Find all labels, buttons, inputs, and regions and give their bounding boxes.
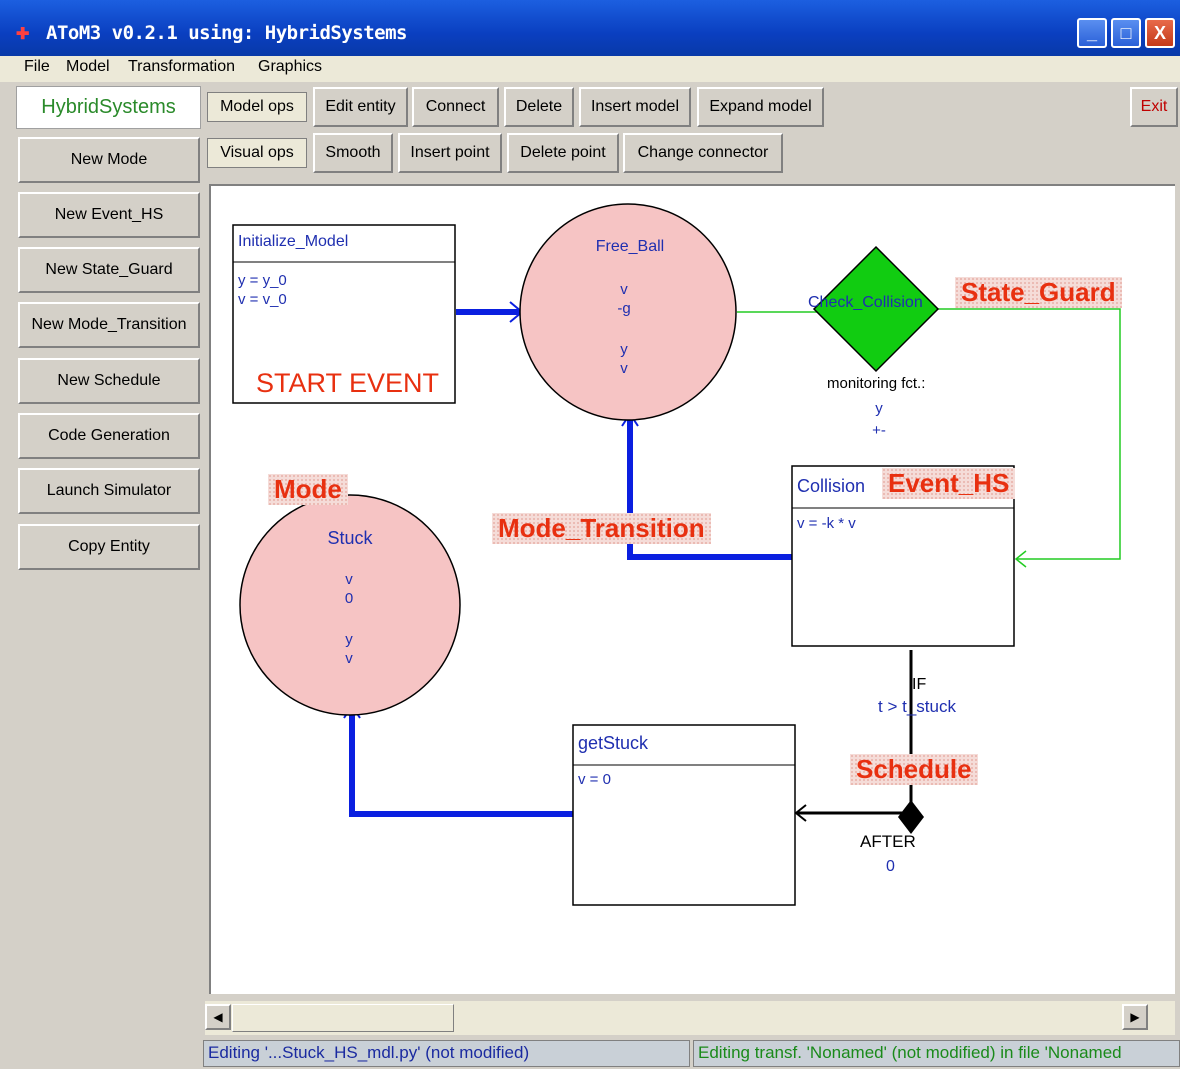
monitoring-line-2: +-: [872, 422, 886, 439]
stuck-name: Stuck: [327, 528, 373, 548]
free-ball-line-1: v: [620, 281, 628, 298]
schedule-type-label: Schedule: [850, 754, 978, 785]
getstuck-line-1: v = 0: [578, 771, 611, 788]
free-ball-line-5: v: [620, 360, 628, 377]
schedule-diamond-icon[interactable]: [898, 800, 924, 834]
free-ball-name: Free_Ball: [595, 238, 665, 255]
scroll-right-icon: ▶: [1130, 1010, 1140, 1024]
collision-name: Collision: [797, 476, 866, 496]
getstuck-name: getStuck: [578, 733, 649, 753]
scroll-thumb[interactable]: [232, 1004, 454, 1032]
check-collision-name: Check_Collision: [808, 294, 923, 311]
initialize-line-2: v = v_0: [238, 291, 287, 308]
schedule-if-label: IF: [912, 676, 927, 693]
mode-type-label: Mode: [268, 474, 348, 505]
mode-transition-type-label: Mode_Transition: [492, 513, 711, 544]
scroll-right-button[interactable]: ▶: [1122, 1004, 1148, 1030]
start-event-label: START EVENT: [256, 368, 440, 398]
scroll-left-icon: ◀: [213, 1010, 223, 1024]
connector-getstuck-to-stuck[interactable]: [349, 712, 573, 817]
after-value: 0: [886, 858, 895, 875]
status-transformation: Editing transf. 'Nonamed' (not modified)…: [693, 1040, 1180, 1067]
free-ball-line-4: y: [620, 341, 628, 358]
stuck-line-5: v: [345, 650, 353, 667]
initialize-line-1: y = y_0: [238, 272, 287, 289]
monitoring-label: monitoring fct.:: [827, 375, 926, 392]
monitoring-line-1: y: [875, 400, 883, 417]
stuck-line-4: y: [345, 631, 353, 648]
stuck-line-1: v: [345, 571, 353, 588]
stuck-line-2: 0: [344, 590, 354, 607]
free-ball-line-2: -g: [617, 300, 631, 317]
schedule-condition: t > t_stuck: [878, 697, 956, 716]
after-label: AFTER: [860, 832, 916, 851]
initialize-model-name: Initialize_Model: [238, 233, 349, 250]
collision-line-1: v = -k * v: [797, 515, 856, 532]
status-model: Editing '...Stuck_HS_mdl.py' (not modifi…: [203, 1040, 690, 1067]
event-hs-type-label: Event_HS: [882, 468, 1016, 499]
state-guard-type-label: State_Guard: [955, 277, 1122, 308]
scroll-left-button[interactable]: ◀: [205, 1004, 231, 1030]
